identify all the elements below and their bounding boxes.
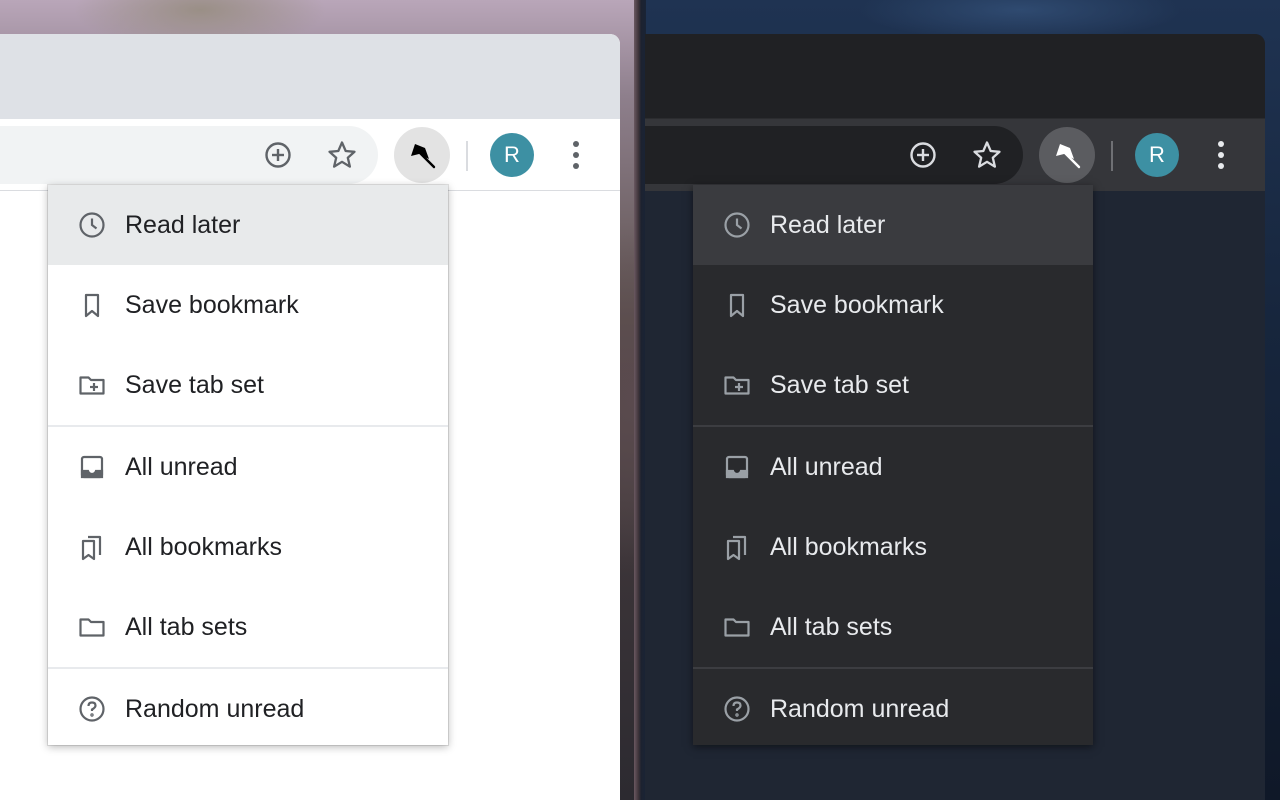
toolbar-separator [466,141,468,171]
menu-item-read-later[interactable]: Read later [693,185,1093,265]
more-vert-icon[interactable] [560,137,592,173]
folder-icon [76,611,108,643]
menu-item-label: Random unread [770,694,950,723]
clock-icon [76,209,108,241]
pushpin-menu-dark: Read later Save bookmark Save tab set Al… [693,185,1093,745]
menu-item-label: Save tab set [125,370,264,399]
menu-item-all-bookmarks[interactable]: All bookmarks [48,507,448,587]
folder-plus-icon [76,369,108,401]
menu-item-label: All bookmarks [770,532,927,561]
menu-item-label: Save bookmark [125,290,299,319]
pushpin-icon [411,144,436,169]
more-vert-icon[interactable] [1205,137,1237,173]
menu-item-save-bookmark[interactable]: Save bookmark [693,265,1093,345]
bookmarks-icon [721,531,753,563]
menu-item-label: All tab sets [125,612,248,641]
menu-item-label: All tab sets [770,612,893,641]
bookmarks-icon [76,531,108,563]
menu-item-random-unread[interactable]: Random unread [48,669,448,749]
menu-item-all-tab-sets[interactable]: All tab sets [48,587,448,667]
bookmark-icon [76,289,108,321]
menu-item-label: Save tab set [770,370,909,399]
menu-item-label: Save bookmark [770,290,944,319]
tab-strip [645,34,1265,119]
folder-plus-icon [721,369,753,401]
menu-item-label: All unread [770,452,883,481]
menu-item-all-bookmarks[interactable]: All bookmarks [693,507,1093,587]
menu-item-label: All unread [125,452,238,481]
help-circle-icon [721,693,753,725]
menu-item-all-tab-sets[interactable]: All tab sets [693,587,1093,667]
pushpin-icon [1056,144,1081,169]
toolbar-separator [1111,141,1113,171]
menu-item-random-unread[interactable]: Random unread [693,669,1093,749]
star-icon[interactable] [966,134,1008,176]
menu-item-label: Read later [125,210,241,239]
menu-item-all-unread[interactable]: All unread [693,427,1093,507]
help-circle-icon [76,693,108,725]
star-icon[interactable] [321,134,363,176]
tab-strip [0,34,620,119]
menu-item-label: Read later [770,210,886,239]
menu-item-save-tab-set[interactable]: Save tab set [48,345,448,425]
add-circle-icon[interactable] [257,134,299,176]
profile-avatar[interactable]: R [1135,133,1179,177]
clock-icon [721,209,753,241]
inbox-icon [721,451,753,483]
pushpin-extension-button[interactable] [394,127,450,183]
menu-item-label: All bookmarks [125,532,282,561]
menu-item-all-unread[interactable]: All unread [48,427,448,507]
pushpin-menu-light: Read later Save bookmark Save tab set Al… [48,185,448,745]
add-circle-icon[interactable] [902,134,944,176]
bookmark-icon [721,289,753,321]
menu-item-label: Random unread [125,694,305,723]
menu-item-save-bookmark[interactable]: Save bookmark [48,265,448,345]
menu-item-read-later[interactable]: Read later [48,185,448,265]
browser-toolbar: R [0,119,620,191]
folder-icon [721,611,753,643]
browser-toolbar: R [645,119,1265,191]
pushpin-extension-button[interactable] [1039,127,1095,183]
profile-avatar[interactable]: R [490,133,534,177]
menu-item-save-tab-set[interactable]: Save tab set [693,345,1093,425]
inbox-icon [76,451,108,483]
